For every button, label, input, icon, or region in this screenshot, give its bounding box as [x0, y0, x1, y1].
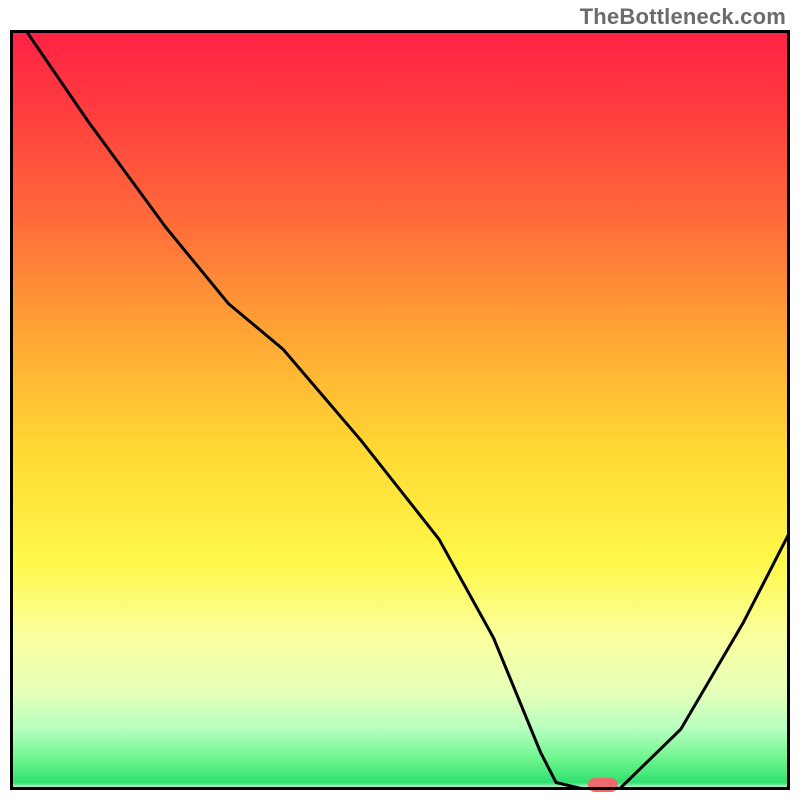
- axis-right: [787, 30, 790, 790]
- attribution-text: TheBottleneck.com: [580, 4, 786, 30]
- axis-left: [10, 30, 13, 790]
- chart-frame: [10, 30, 790, 790]
- bottleneck-curve: [10, 30, 790, 790]
- axis-bottom: [10, 787, 790, 790]
- axis-top: [10, 30, 790, 33]
